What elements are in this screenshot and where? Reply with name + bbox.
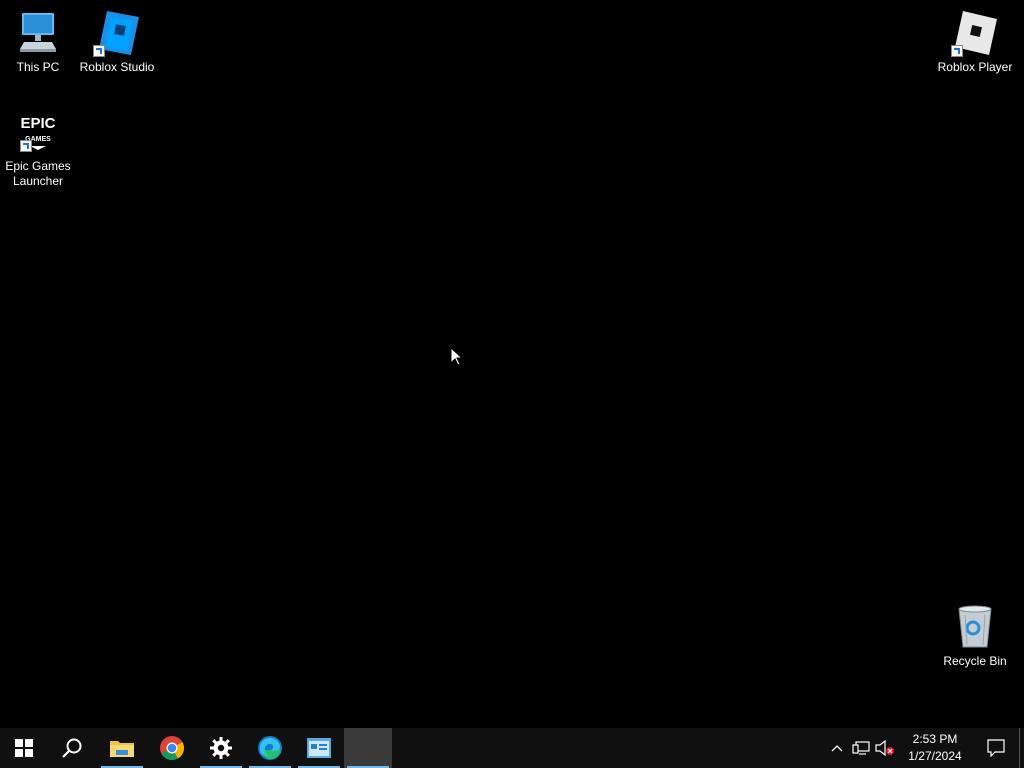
- taskbar-app[interactable]: [295, 728, 343, 768]
- speaker-muted-icon: [875, 740, 894, 756]
- network-button[interactable]: [849, 728, 873, 768]
- clock-date: 1/27/2024: [908, 749, 962, 763]
- action-center-button[interactable]: [973, 728, 1019, 768]
- shortcut-arrow-icon: [20, 140, 32, 152]
- desktop-icon-epic-games[interactable]: EPIC GAMES Epic Games Launcher: [0, 108, 76, 189]
- taskbar-active-window[interactable]: [344, 728, 392, 768]
- desktop-icon-label: Epic Games Launcher: [5, 159, 71, 188]
- desktop-icon-label: Roblox Studio: [79, 60, 155, 74]
- desktop-icon-label: This PC: [16, 60, 60, 74]
- taskbar-settings[interactable]: [197, 728, 245, 768]
- network-icon: [852, 741, 870, 755]
- start-button[interactable]: [0, 728, 48, 768]
- system-tray: 2:53 PM 1/27/2024: [825, 728, 1024, 768]
- show-desktop-button[interactable]: [1019, 728, 1024, 768]
- show-hidden-icons-button[interactable]: [825, 728, 849, 768]
- search-button[interactable]: [48, 728, 96, 768]
- desktop-icon-label: Recycle Bin: [943, 654, 1007, 668]
- recycle-bin-icon: [951, 603, 999, 651]
- desktop: This PC Roblox Studio Roblox Player EPIC…: [0, 0, 1024, 728]
- search-icon: [62, 738, 82, 758]
- chevron-up-icon: [831, 745, 843, 752]
- windows-logo-icon: [15, 739, 33, 757]
- desktop-icon-recycle-bin[interactable]: Recycle Bin: [937, 603, 1013, 669]
- app-window-icon: [307, 738, 331, 758]
- roblox-studio-icon: [93, 9, 141, 57]
- notification-icon: [987, 739, 1005, 757]
- folder-icon: [110, 741, 134, 757]
- this-pc-icon: [14, 9, 62, 57]
- taskbar-file-explorer[interactable]: [98, 728, 146, 768]
- taskbar-chrome[interactable]: [148, 728, 196, 768]
- mouse-cursor-icon: [450, 347, 462, 366]
- clock-time: 2:53 PM: [912, 732, 958, 746]
- gear-icon: [210, 737, 232, 759]
- edge-icon: [258, 736, 282, 760]
- desktop-icon-label: Roblox Player: [937, 60, 1013, 74]
- clock[interactable]: 2:53 PM 1/27/2024: [897, 731, 973, 765]
- taskbar: 2:53 PM 1/27/2024: [0, 728, 1024, 768]
- shortcut-arrow-icon: [93, 45, 105, 57]
- roblox-player-icon: [951, 9, 999, 57]
- epic-games-icon: EPIC GAMES: [14, 108, 62, 156]
- shortcut-arrow-icon: [951, 45, 963, 57]
- volume-button[interactable]: [873, 728, 897, 768]
- desktop-icon-roblox-player[interactable]: Roblox Player: [937, 9, 1013, 75]
- taskbar-edge[interactable]: [246, 728, 294, 768]
- desktop-icon-roblox-studio[interactable]: Roblox Studio: [79, 9, 155, 75]
- chrome-icon: [160, 736, 185, 761]
- svg-text:EPIC: EPIC: [20, 115, 55, 132]
- desktop-icon-this-pc[interactable]: This PC: [0, 9, 76, 75]
